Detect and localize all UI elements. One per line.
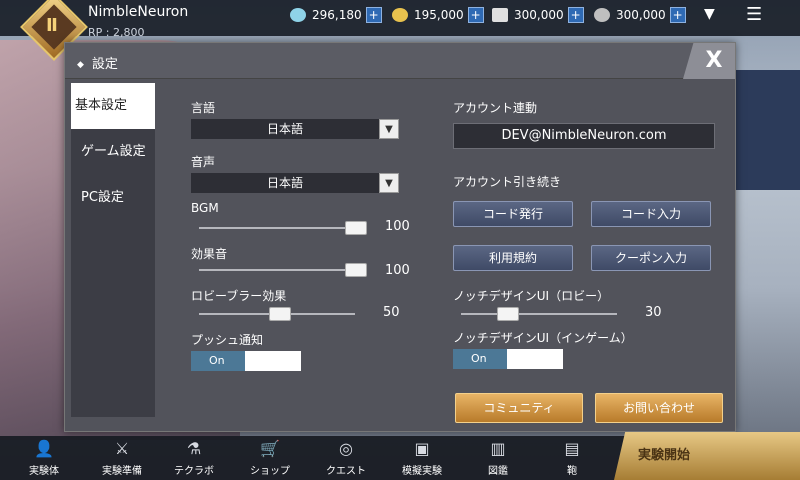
currency-coin: 195,000 + [392, 6, 484, 24]
lobby-blur-value: 50 [383, 305, 400, 320]
settings-sidebar: 基本設定 ゲーム設定 PC設定 [71, 83, 155, 417]
nav-encyclopedia[interactable]: ▥ 図鑑 [462, 436, 534, 480]
currency-gear: 300,000 + [594, 6, 686, 24]
notch-lobby-value: 30 [645, 305, 662, 320]
add-currency-button[interactable]: + [567, 7, 584, 23]
add-currency-button[interactable]: + [467, 7, 484, 23]
feather-currency-icon [290, 8, 306, 22]
target-icon: ◎ [339, 439, 353, 458]
add-currency-button[interactable]: + [669, 7, 686, 23]
nav-tech-lab[interactable]: ⚗ テクラボ [158, 436, 230, 480]
sfx-slider-thumb[interactable] [345, 263, 367, 277]
username: NimbleNeuron [88, 4, 189, 20]
push-notify-toggle[interactable]: On [191, 351, 301, 371]
tab-basic-settings[interactable]: 基本設定 [71, 83, 155, 129]
chevron-down-icon[interactable]: ▼ [379, 173, 399, 193]
sfx-value: 100 [385, 263, 410, 278]
nav-subjects[interactable]: 👤 実験体 [8, 436, 80, 480]
community-button[interactable]: コミュニティ [455, 393, 583, 423]
cards-icon: ▣ [414, 439, 430, 458]
voice-label: 音声 [191, 155, 216, 169]
currency-feather: 296,180 + [290, 6, 382, 24]
gear-currency-icon [594, 8, 610, 22]
coin-currency-icon [392, 8, 408, 22]
language-label: 言語 [191, 101, 216, 115]
bgm-slider-thumb[interactable] [345, 221, 367, 235]
start-experiment-button[interactable]: 実験開始 [614, 432, 800, 480]
nav-shop[interactable]: 🛒 ショップ [234, 436, 306, 480]
tab-game-settings[interactable]: ゲーム設定 [71, 129, 155, 175]
notch-lobby-slider-thumb[interactable] [497, 307, 519, 321]
nav-quest[interactable]: ◎ クエスト [310, 436, 382, 480]
close-button[interactable]: X [683, 43, 735, 79]
notch-ingame-label: ノッチデザインUI（インゲーム） [453, 331, 633, 345]
account-link-label: アカウント連動 [453, 101, 538, 115]
sfx-slider[interactable] [199, 263, 367, 277]
tab-pc-settings[interactable]: PC設定 [71, 175, 155, 221]
lobby-blur-label: ロビーブラー効果 [191, 289, 287, 303]
books-icon: ▥ [490, 439, 506, 458]
emblem-glyph-icon: Ⅱ [46, 15, 58, 36]
push-notify-label: プッシュ通知 [191, 333, 264, 347]
top-bar: NimbleNeuron RP : 2,800 296,180 + 195,00… [0, 0, 800, 39]
currency-crystal: 300,000 + [492, 6, 584, 24]
cart-icon: 🛒 [260, 439, 280, 458]
contact-button[interactable]: お問い合わせ [595, 393, 723, 423]
crystal-currency-icon [492, 8, 508, 22]
voice-dropdown[interactable]: 日本語 ▼ [191, 173, 399, 193]
dialog-header: ◆ 設定 X [65, 43, 735, 79]
add-currency-button[interactable]: + [365, 7, 382, 23]
lobby-blur-slider-thumb[interactable] [269, 307, 291, 321]
account-transfer-label: アカウント引き続き [453, 175, 562, 189]
flask-icon: ⚗ [186, 439, 202, 458]
tools-icon: ⚔ [114, 439, 130, 458]
background-poster [730, 70, 800, 190]
nav-preparation[interactable]: ⚔ 実験準備 [86, 436, 158, 480]
linked-account-email[interactable]: DEV@NimbleNeuron.com [453, 123, 715, 149]
lobby-blur-slider[interactable] [199, 307, 355, 321]
settings-dialog: ◆ 設定 X 基本設定 ゲーム設定 PC設定 言語 日本語 ▼ 音声 日本語 ▼ … [64, 42, 736, 432]
chevron-down-icon[interactable]: ▼ [379, 119, 399, 139]
code-issue-button[interactable]: コード発行 [453, 201, 573, 227]
notch-lobby-label: ノッチデザインUI（ロビー） [453, 289, 610, 303]
terms-button[interactable]: 利用規約 [453, 245, 573, 271]
code-input-button[interactable]: コード入力 [591, 201, 711, 227]
bgm-value: 100 [385, 219, 410, 234]
nav-bag[interactable]: ▤ 鞄 [536, 436, 608, 480]
bag-icon: ▤ [564, 439, 580, 458]
coupon-input-button[interactable]: クーポン入力 [591, 245, 711, 271]
chevron-down-icon[interactable]: ▼ [704, 6, 715, 22]
notch-lobby-slider[interactable] [461, 307, 617, 321]
nav-mock-experiment[interactable]: ▣ 模擬実験 [386, 436, 458, 480]
language-dropdown[interactable]: 日本語 ▼ [191, 119, 399, 139]
diamond-icon: ◆ [77, 60, 84, 70]
dialog-title: ◆ 設定 [77, 57, 118, 72]
notch-ingame-toggle[interactable]: On [453, 349, 563, 369]
bgm-label: BGM [191, 201, 219, 215]
menu-icon[interactable]: ☰ [746, 4, 762, 25]
person-icon: 👤 [34, 439, 54, 458]
bgm-slider[interactable] [199, 221, 367, 235]
sfx-label: 効果音 [191, 247, 228, 261]
rank-points: RP : 2,800 [88, 26, 145, 39]
